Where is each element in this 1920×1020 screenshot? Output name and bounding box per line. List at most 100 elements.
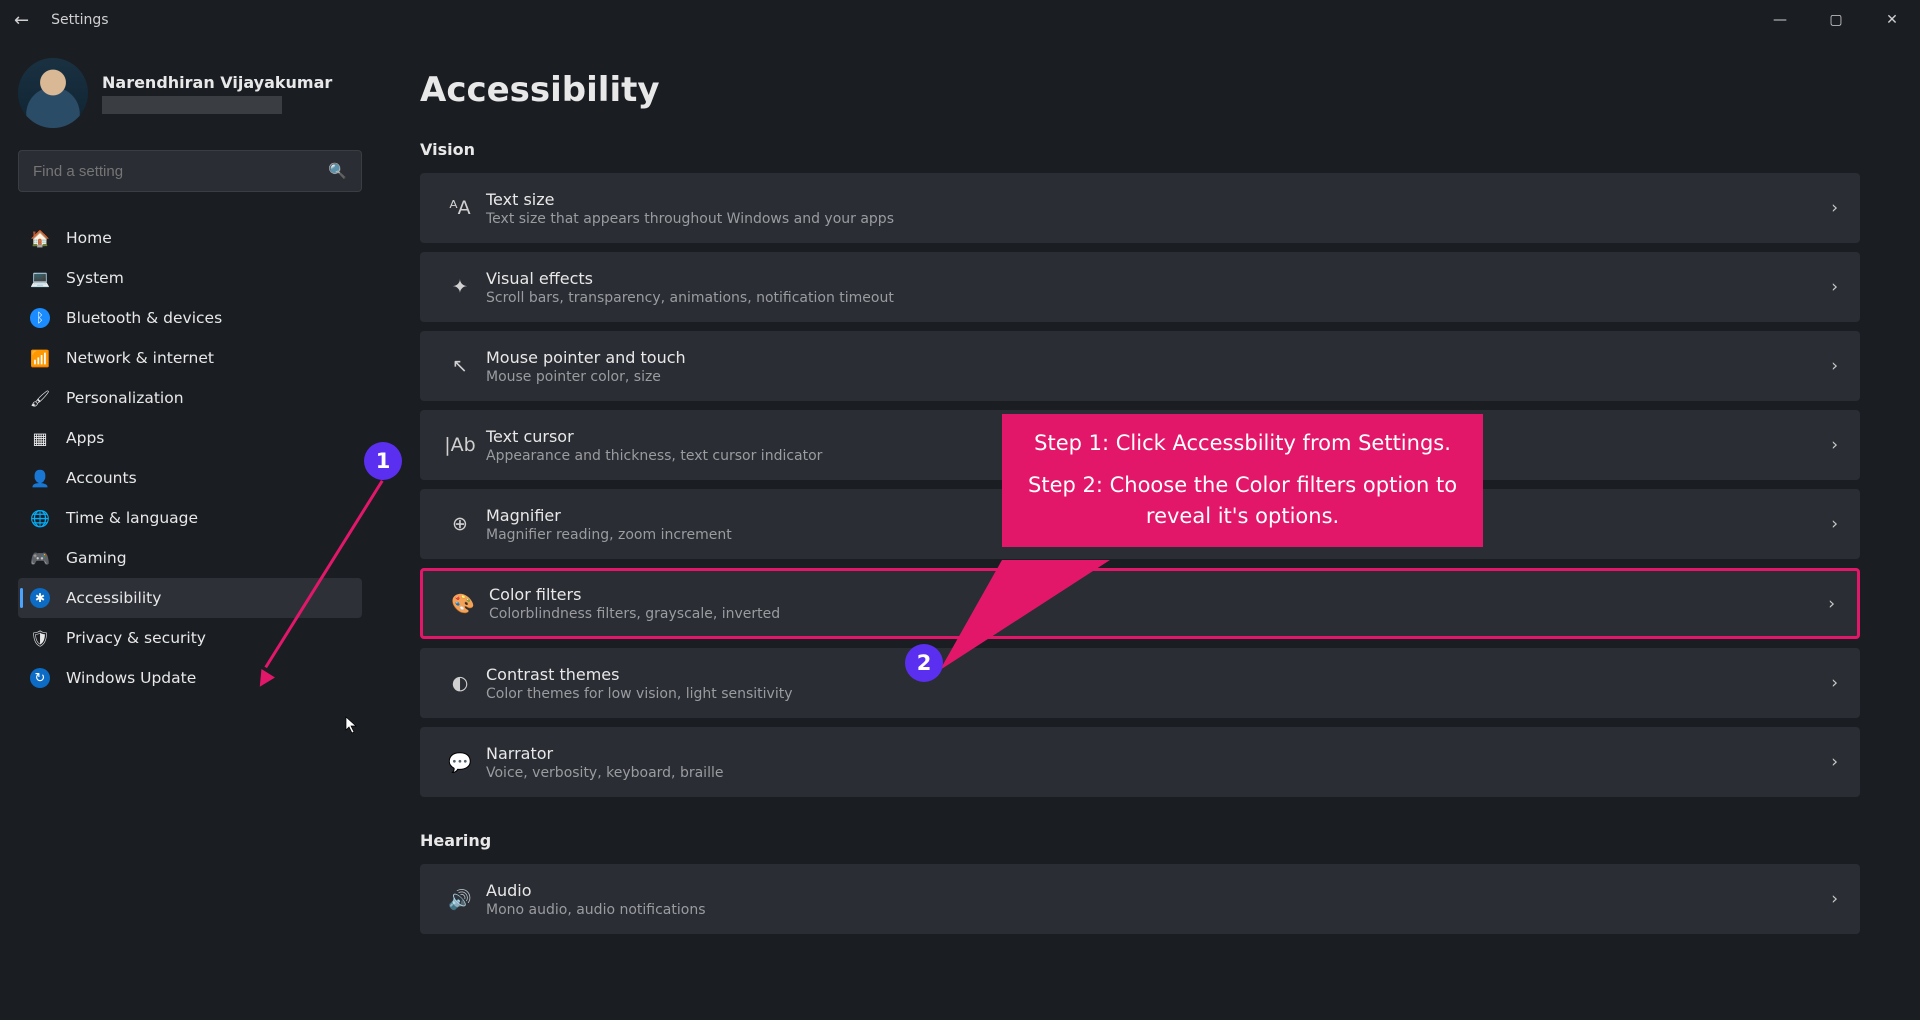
chevron-right-icon: ›	[1831, 752, 1838, 772]
sidebar-item-apps[interactable]: ▦ Apps	[18, 418, 362, 458]
chevron-right-icon: ›	[1831, 435, 1838, 455]
sidebar-item-label: Apps	[66, 429, 104, 447]
card-desc: Colorblindness filters, grayscale, inver…	[489, 606, 1828, 622]
search-icon: 🔍	[328, 162, 347, 180]
card-desc: Voice, verbosity, keyboard, braille	[486, 765, 1831, 781]
card-desc: Color themes for low vision, light sensi…	[486, 686, 1831, 702]
sidebar-item-gaming[interactable]: 🎮 Gaming	[18, 538, 362, 578]
avatar	[18, 58, 88, 128]
user-block[interactable]: Narendhiran Vijayakumar	[18, 58, 362, 128]
window-controls: — ▢ ✕	[1752, 0, 1920, 40]
settings-card-color-filters[interactable]: 🎨 Color filters Colorblindness filters, gr…	[420, 568, 1860, 639]
settings-card-text-size[interactable]: ᴬA Text size Text size that appears throug…	[420, 173, 1860, 243]
titlebar: ← Settings	[0, 0, 1920, 40]
card-title: Color filters	[489, 585, 1828, 604]
callout-line: Step 1: Click Accessbility from Settings…	[1028, 428, 1457, 460]
maximize-button[interactable]: ▢	[1808, 0, 1864, 40]
annotation-callout: Step 1: Click Accessbility from Settings…	[1002, 414, 1483, 547]
section-label: Vision	[420, 140, 1860, 159]
sidebar-item-label: Windows Update	[66, 669, 196, 687]
card-list: 🔊 Audio Mono audio, audio notifications›	[420, 864, 1860, 934]
sidebar-item-personalization[interactable]: 🖌 Personalization	[18, 378, 362, 418]
annotation-marker-1: 1	[364, 442, 402, 480]
card-desc: Mono audio, audio notifications	[486, 902, 1831, 918]
callout-line: Step 2: Choose the Color filters option …	[1028, 470, 1457, 502]
wifi-icon: 📶	[30, 348, 50, 368]
minimize-button[interactable]: —	[1752, 0, 1808, 40]
annotation-marker-2: 2	[905, 644, 943, 682]
nav-list: 🏠 Home 💻 System ᛒ Bluetooth & devices 📶 Network…	[18, 218, 362, 698]
page-title: Accessibility	[420, 70, 1860, 110]
sidebar-item-time-language[interactable]: 🌐 Time & language	[18, 498, 362, 538]
card-title: Text size	[486, 190, 1831, 209]
sidebar-item-system[interactable]: 💻 System	[18, 258, 362, 298]
search-box[interactable]: 🔍	[18, 150, 362, 192]
card-title: Narrator	[486, 744, 1831, 763]
settings-card-contrast-themes[interactable]: ◐ Contrast themes Color themes for low vis…	[420, 648, 1860, 718]
bluetooth-icon: ᛒ	[30, 308, 50, 328]
user-name: Narendhiran Vijayakumar	[102, 73, 332, 92]
sidebar-item-label: Network & internet	[66, 349, 214, 367]
sidebar-item-network-internet[interactable]: 📶 Network & internet	[18, 338, 362, 378]
callout-line: reveal it's options.	[1028, 501, 1457, 533]
magnifier-icon: ⊕	[442, 513, 478, 535]
gaming-icon: 🎮	[30, 548, 50, 568]
sidebar-item-bluetooth-devices[interactable]: ᛒ Bluetooth & devices	[18, 298, 362, 338]
cursor-icon: |Ab	[442, 434, 478, 456]
sidebar-item-label: Accessibility	[66, 589, 161, 607]
contrast-icon: ◐	[442, 672, 478, 694]
card-desc: Text size that appears throughout Window…	[486, 211, 1831, 227]
chevron-right-icon: ›	[1828, 594, 1835, 614]
system-icon: 💻	[30, 268, 50, 288]
card-desc: Scroll bars, transparency, animations, n…	[486, 290, 1831, 306]
sidebar-item-label: Accounts	[66, 469, 137, 487]
settings-card-audio[interactable]: 🔊 Audio Mono audio, audio notifications›	[420, 864, 1860, 934]
audio-icon: 🔊	[442, 888, 478, 911]
card-title: Visual effects	[486, 269, 1831, 288]
search-input[interactable]	[33, 163, 328, 180]
shield-icon: 🛡	[30, 628, 50, 648]
account-icon: 👤	[30, 468, 50, 488]
card-title: Contrast themes	[486, 665, 1831, 684]
section-label: Hearing	[420, 831, 1860, 850]
pointer-icon: ↖	[442, 355, 478, 377]
chevron-right-icon: ›	[1831, 673, 1838, 693]
app-title: Settings	[51, 12, 108, 28]
settings-card-mouse-pointer-and-touch[interactable]: ↖ Mouse pointer and touch Mouse pointer co…	[420, 331, 1860, 401]
chevron-right-icon: ›	[1831, 356, 1838, 376]
sidebar-item-accounts[interactable]: 👤 Accounts	[18, 458, 362, 498]
back-arrow-icon[interactable]: ←	[14, 10, 29, 31]
sidebar-item-label: Time & language	[66, 509, 198, 527]
sidebar-item-label: Personalization	[66, 389, 184, 407]
sidebar-item-label: System	[66, 269, 124, 287]
card-title: Audio	[486, 881, 1831, 900]
close-button[interactable]: ✕	[1864, 0, 1920, 40]
sidebar-item-home[interactable]: 🏠 Home	[18, 218, 362, 258]
callout-tail	[940, 560, 1120, 680]
sidebar-item-label: Privacy & security	[66, 629, 206, 647]
accessibility-icon: ✱	[30, 588, 50, 608]
home-icon: 🏠	[30, 228, 50, 248]
apps-icon: ▦	[30, 428, 50, 448]
sidebar-item-windows-update[interactable]: ↻ Windows Update	[18, 658, 362, 698]
sidebar-item-privacy-security[interactable]: 🛡 Privacy & security	[18, 618, 362, 658]
sidebar-item-label: Bluetooth & devices	[66, 309, 222, 327]
chevron-right-icon: ›	[1831, 198, 1838, 218]
sidebar-item-label: Gaming	[66, 549, 127, 567]
card-title: Mouse pointer and touch	[486, 348, 1831, 367]
card-desc: Mouse pointer color, size	[486, 369, 1831, 385]
narrator-icon: 💬	[442, 751, 478, 774]
update-icon: ↻	[30, 668, 50, 688]
sidebar: Narendhiran Vijayakumar 🔍 🏠 Home 💻 System ᛒB…	[0, 40, 380, 1020]
chevron-right-icon: ›	[1831, 889, 1838, 909]
text-size-icon: ᴬA	[442, 197, 478, 219]
brush-icon: 🖌	[30, 388, 50, 408]
palette-icon: 🎨	[445, 592, 481, 615]
sidebar-item-label: Home	[66, 229, 112, 247]
sparkle-icon: ✦	[442, 276, 478, 298]
mouse-cursor	[345, 716, 359, 734]
globe-icon: 🌐	[30, 508, 50, 528]
settings-card-visual-effects[interactable]: ✦ Visual effects Scroll bars, transparency…	[420, 252, 1860, 322]
chevron-right-icon: ›	[1831, 514, 1838, 534]
settings-card-narrator[interactable]: 💬 Narrator Voice, verbosity, keyboard, bra…	[420, 727, 1860, 797]
